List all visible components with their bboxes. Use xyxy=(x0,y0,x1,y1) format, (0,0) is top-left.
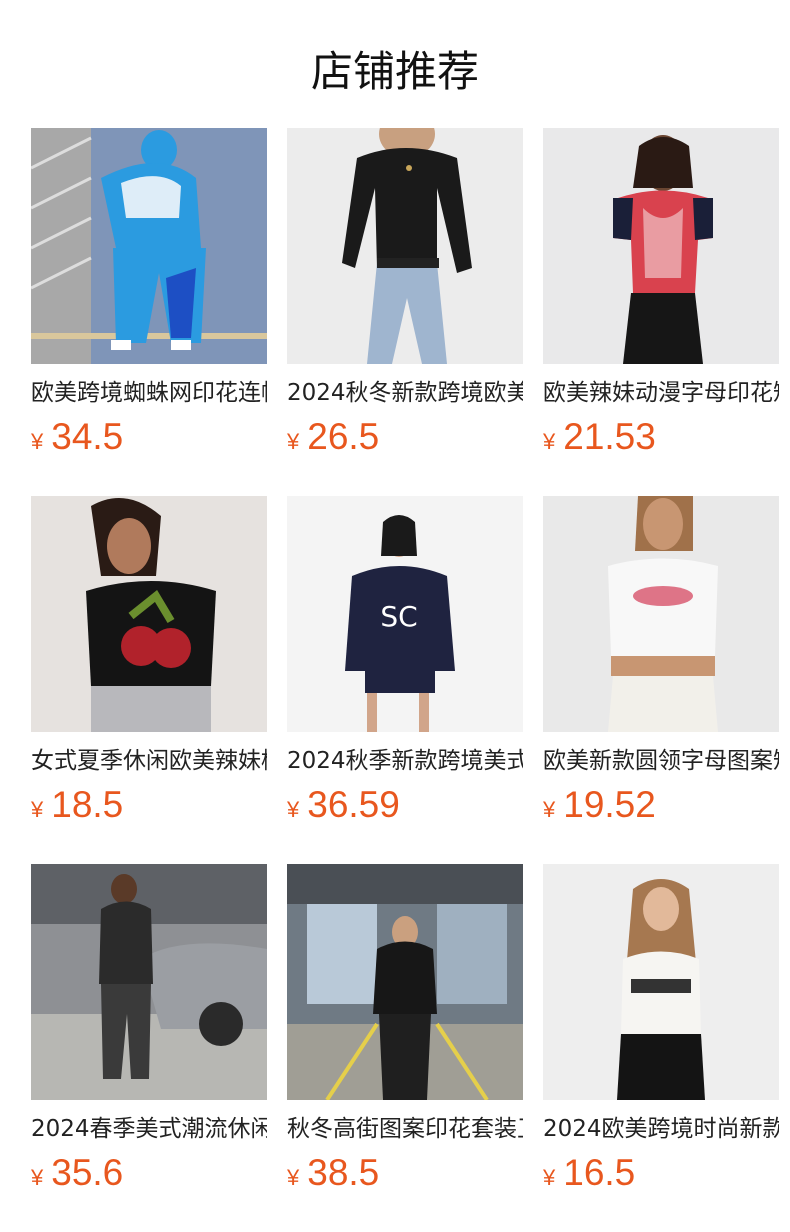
product-name[interactable]: 秋冬高街图案印花套装卫衣 xyxy=(287,1112,523,1146)
product-image[interactable] xyxy=(287,128,523,364)
product-name[interactable]: 2024欧美跨境时尚新款背心 xyxy=(543,1112,779,1146)
product-name[interactable]: 2024秋季新款跨境美式V领卫衣套装 xyxy=(287,744,523,778)
product-price: ¥38.5 xyxy=(287,1152,523,1194)
price-value: 19.52 xyxy=(563,784,656,825)
product-price: ¥34.5 xyxy=(31,416,267,458)
currency-symbol: ¥ xyxy=(287,797,300,822)
section-title: 店铺推荐 xyxy=(310,47,479,96)
currency-symbol: ¥ xyxy=(287,1165,300,1190)
product-name[interactable]: 欧美辣妹动漫字母印花短袖T恤 xyxy=(543,376,779,410)
svg-text:SC: SC xyxy=(380,600,417,633)
product-image[interactable] xyxy=(31,496,267,732)
product-price: ¥19.52 xyxy=(543,784,779,826)
product-price: ¥16.5 xyxy=(543,1152,779,1194)
currency-symbol: ¥ xyxy=(543,1165,556,1190)
price-value: 21.53 xyxy=(563,416,656,457)
product-name[interactable]: 2024秋冬新款跨境欧美修身长袖上衣 xyxy=(287,376,523,410)
price-value: 35.6 xyxy=(51,1152,124,1193)
currency-symbol: ¥ xyxy=(31,429,44,454)
currency-symbol: ¥ xyxy=(31,797,44,822)
product-name[interactable]: 2024春季美式潮流休闲套装 xyxy=(31,1112,267,1146)
product-image[interactable] xyxy=(543,864,779,1100)
product-card[interactable]: 2024秋冬新款跨境欧美修身长袖上衣 ¥26.5 xyxy=(287,128,523,458)
product-image[interactable] xyxy=(287,864,523,1100)
product-price: ¥18.5 xyxy=(31,784,267,826)
product-image[interactable] xyxy=(31,128,267,364)
price-value: 34.5 xyxy=(51,416,124,457)
product-name[interactable]: 女式夏季休闲欧美辣妹樱桃印花T恤 xyxy=(31,744,267,778)
product-image[interactable] xyxy=(543,128,779,364)
price-value: 38.5 xyxy=(307,1152,380,1193)
currency-symbol: ¥ xyxy=(543,797,556,822)
currency-symbol: ¥ xyxy=(31,1165,44,1190)
product-card[interactable]: 2024欧美跨境时尚新款背心 ¥16.5 xyxy=(543,864,779,1194)
price-value: 36.59 xyxy=(307,784,400,825)
product-card[interactable]: 欧美辣妹动漫字母印花短袖T恤 ¥21.53 xyxy=(543,128,779,458)
product-image[interactable] xyxy=(31,864,267,1100)
currency-symbol: ¥ xyxy=(287,429,300,454)
product-card[interactable]: 秋冬高街图案印花套装卫衣 ¥38.5 xyxy=(287,864,523,1194)
product-name[interactable]: 欧美新款圆领字母图案短袖T恤 xyxy=(543,744,779,778)
product-price: ¥36.59 xyxy=(287,784,523,826)
product-price: ¥26.5 xyxy=(287,416,523,458)
product-card[interactable]: SC 2024秋季新款跨境美式V领卫衣套装 ¥36.59 xyxy=(287,496,523,826)
product-card[interactable]: 欧美新款圆领字母图案短袖T恤 ¥19.52 xyxy=(543,496,779,826)
product-image[interactable] xyxy=(543,496,779,732)
price-value: 16.5 xyxy=(563,1152,636,1193)
product-image[interactable]: SC xyxy=(287,496,523,732)
price-value: 26.5 xyxy=(307,416,380,457)
product-price: ¥21.53 xyxy=(543,416,779,458)
price-value: 18.5 xyxy=(51,784,124,825)
currency-symbol: ¥ xyxy=(543,429,556,454)
product-price: ¥35.6 xyxy=(31,1152,267,1194)
product-card[interactable]: 女式夏季休闲欧美辣妹樱桃印花T恤 ¥18.5 xyxy=(31,496,267,826)
product-name[interactable]: 欧美跨境蜘蛛网印花连帽卫衣套装 xyxy=(31,376,267,410)
product-card[interactable]: 欧美跨境蜘蛛网印花连帽卫衣套装 ¥34.5 xyxy=(31,128,267,458)
product-card[interactable]: 2024春季美式潮流休闲套装 ¥35.6 xyxy=(31,864,267,1194)
